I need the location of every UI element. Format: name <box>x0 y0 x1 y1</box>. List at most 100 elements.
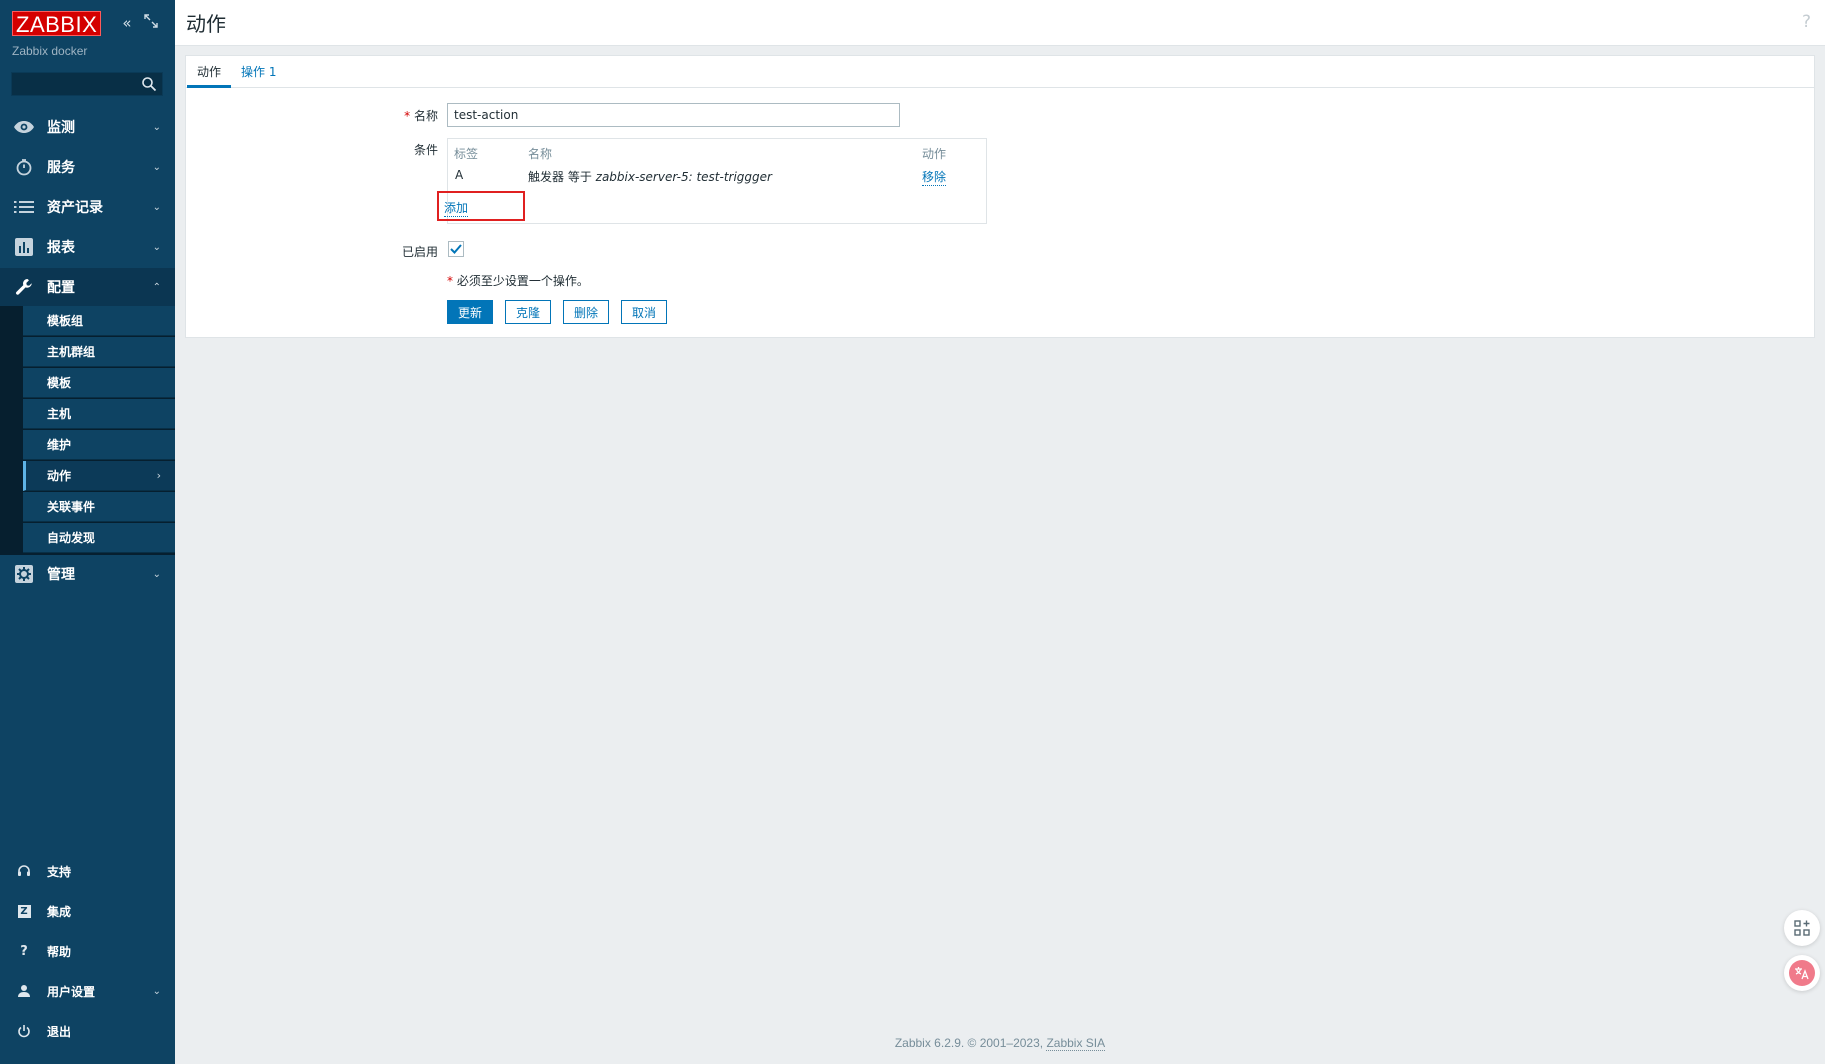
menu-integrations[interactable]: Z 集成 <box>0 893 175 929</box>
menu-label: 帮助 <box>47 944 72 959</box>
condition-name-prefix: 触发器 等于 <box>528 170 596 184</box>
integrations-glyph: Z <box>17 904 31 918</box>
zabbix-logo[interactable]: ZABBIX <box>12 10 102 37</box>
chevron-down-icon: ⌄ <box>152 241 161 253</box>
chevron-down-icon: ⌄ <box>152 568 161 580</box>
menu-label: 支持 <box>47 864 72 879</box>
action-form-panel: 动作 操作 1 * 名称 条件 标签 名称 动作 A 触发器 等于 zabbix… <box>185 55 1815 338</box>
menu-user-settings[interactable]: 用户设置 ⌄ <box>0 973 175 1009</box>
menu-sign-out[interactable]: 退出 <box>0 1013 175 1049</box>
menu-label: 监测 <box>47 120 75 136</box>
submenu-actions[interactable]: 动作 › <box>23 461 175 491</box>
note-text: 必须至少设置一个操作。 <box>456 274 589 288</box>
menu-configuration[interactable]: 配置 ⌃ <box>0 268 175 306</box>
menu-label: 报表 <box>47 240 75 256</box>
menu-label: 用户设置 <box>47 984 96 999</box>
submenu-maintenance[interactable]: 维护 <box>23 430 175 460</box>
submenu-label: 模板 <box>47 376 72 390</box>
name-label-text: 名称 <box>413 109 438 123</box>
submenu-label: 主机 <box>47 407 72 421</box>
grid-plus-icon <box>1794 920 1810 936</box>
gear-icon <box>13 563 35 585</box>
condition-tag: A <box>455 168 464 182</box>
condition-name-value: zabbix-server-5: test-triggger <box>595 170 772 184</box>
submenu-label: 模板组 <box>47 314 84 328</box>
eye-icon <box>13 116 35 138</box>
wrench-icon <box>13 276 35 298</box>
cancel-button[interactable]: 取消 <box>621 300 668 324</box>
menu-label: 服务 <box>47 160 75 176</box>
update-button[interactable]: 更新 <box>447 300 494 324</box>
chevron-up-icon: ⌃ <box>152 281 161 293</box>
conditions-label: 条件 <box>413 143 438 157</box>
column-header-tag: 标签 <box>454 147 479 161</box>
search-input[interactable] <box>12 73 140 95</box>
menu-label: 集成 <box>47 904 72 919</box>
enabled-label: 已启用 <box>401 245 438 259</box>
logo-row: ZABBIX <box>12 10 102 37</box>
condition-name: 触发器 等于 zabbix-server-5: test-triggger <box>528 168 772 185</box>
enabled-checkbox[interactable] <box>448 241 464 257</box>
remove-condition-link[interactable]: 移除 <box>922 168 947 186</box>
menu-services[interactable]: 服务 ⌄ <box>0 148 175 186</box>
required-mark: * <box>404 109 411 123</box>
translate-icon <box>1789 960 1815 986</box>
user-icon <box>15 982 33 1000</box>
help-icon: ? <box>20 943 28 959</box>
menu-label: 退出 <box>47 1024 72 1039</box>
submenu-label: 维护 <box>47 438 72 452</box>
chevron-down-icon: ⌄ <box>152 985 161 997</box>
menu-label: 配置 <box>47 280 75 296</box>
tab-operations[interactable]: 操作 1 <box>231 56 286 88</box>
list-icon <box>13 196 35 218</box>
menu-support[interactable]: 支持 <box>0 853 175 889</box>
menu-label: 资产记录 <box>47 200 103 216</box>
sidebar: ZABBIX « Zabbix docker 监测 ⌄ 服务 ⌄ 资产记录 ⌄ … <box>0 0 175 1064</box>
menu-help[interactable]: ? 帮助 <box>0 933 175 969</box>
bar-chart-icon <box>13 236 35 258</box>
conditions-table: 标签 名称 动作 A 触发器 等于 zabbix-server-5: test-… <box>437 138 987 224</box>
collapse-sidebar-icon[interactable]: « <box>118 14 136 32</box>
submenu-templates[interactable]: 模板 <box>23 368 175 398</box>
power-icon <box>15 1022 33 1040</box>
screenshot-tool-button[interactable] <box>1784 910 1820 946</box>
add-highlight-box: 添加 <box>437 191 525 221</box>
headset-icon <box>15 862 33 880</box>
delete-button[interactable]: 删除 <box>563 300 610 324</box>
tab-bar: 动作 操作 1 <box>186 56 1814 88</box>
menu-reports[interactable]: 报表 ⌄ <box>0 228 175 266</box>
tab-action[interactable]: 动作 <box>187 56 232 88</box>
chevron-down-icon: ⌄ <box>152 201 161 213</box>
name-label: * 名称 <box>386 107 438 124</box>
required-mark: * <box>447 274 453 288</box>
configuration-submenu: 模板组 主机群组 模板 主机 维护 动作 › 关联事件 自动发现 <box>0 306 175 555</box>
submenu-discovery[interactable]: 自动发现 <box>23 523 175 553</box>
submenu-template-groups[interactable]: 模板组 <box>23 306 175 336</box>
search-icon[interactable] <box>141 76 157 92</box>
operations-required-note: * 必须至少设置一个操作。 <box>447 272 589 289</box>
menu-administration[interactable]: 管理 ⌄ <box>0 555 175 593</box>
page-title: 动作 <box>186 12 226 36</box>
submenu-host-groups[interactable]: 主机群组 <box>23 337 175 367</box>
add-condition-link[interactable]: 添加 <box>444 199 469 217</box>
chevron-right-icon: › <box>156 469 161 482</box>
menu-inventory[interactable]: 资产记录 ⌄ <box>0 188 175 226</box>
kiosk-mode-icon[interactable] <box>142 14 160 32</box>
menu-monitoring[interactable]: 监测 ⌄ <box>0 108 175 146</box>
column-header-action: 动作 <box>922 147 947 161</box>
submenu-label: 关联事件 <box>47 500 96 514</box>
footer-link[interactable]: Zabbix SIA <box>1046 1036 1106 1051</box>
help-icon[interactable]: ? <box>1802 12 1811 32</box>
clone-button[interactable]: 克隆 <box>505 300 552 324</box>
menu-label: 管理 <box>47 567 75 583</box>
translate-tool-button[interactable] <box>1784 955 1820 991</box>
stopwatch-icon <box>13 156 35 178</box>
submenu-event-correlation[interactable]: 关联事件 <box>23 492 175 522</box>
submenu-label: 自动发现 <box>47 531 96 545</box>
footer: Zabbix 6.2.9. © 2001–2023, Zabbix SIA <box>175 1036 1825 1051</box>
integrations-icon: Z <box>15 902 33 920</box>
search-box <box>11 72 163 96</box>
name-input[interactable] <box>447 103 900 127</box>
submenu-hosts[interactable]: 主机 <box>23 399 175 429</box>
column-header-name: 名称 <box>528 147 553 161</box>
